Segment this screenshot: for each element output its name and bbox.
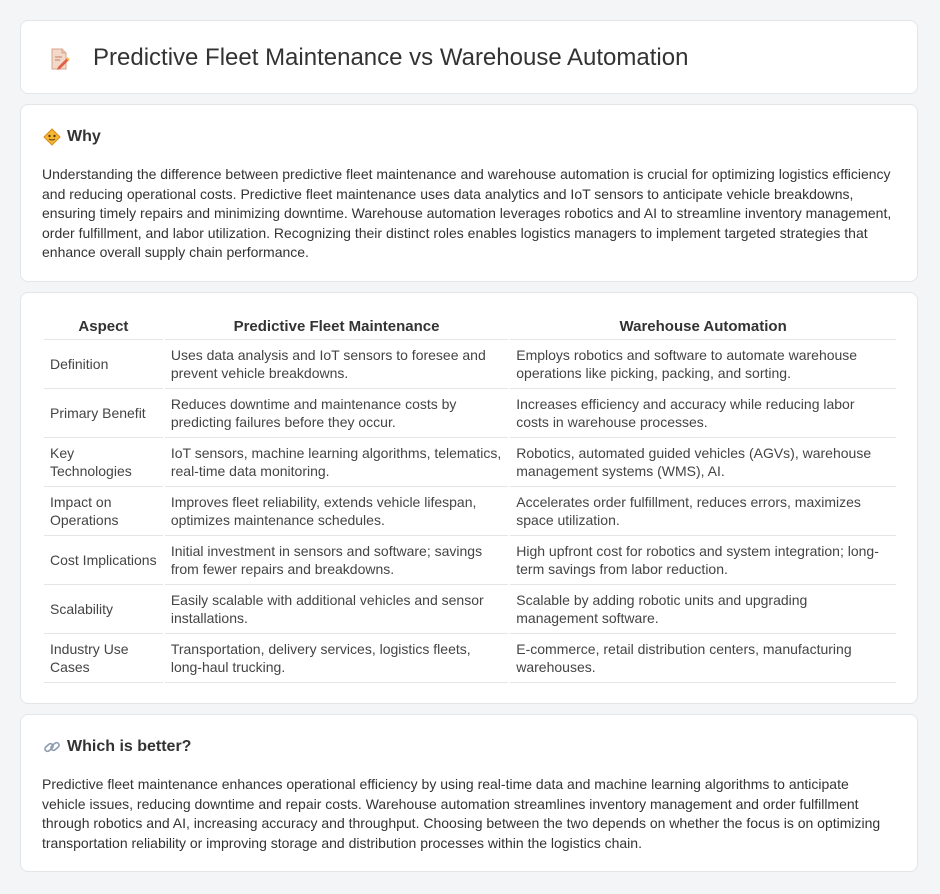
header-aspect: Aspect (44, 315, 163, 340)
header-predictive-fleet-maintenance: Predictive Fleet Maintenance (164, 315, 509, 340)
row-warehouse-value: Accelerates order fulfillment, reduces e… (510, 487, 896, 536)
title-card: Predictive Fleet Maintenance vs Warehous… (20, 20, 918, 94)
table-row: Definition Uses data analysis and IoT se… (44, 340, 896, 389)
which-is-better-heading: Which is better? (67, 738, 192, 755)
row-aspect: Impact on Operations (44, 487, 163, 536)
row-aspect: Definition (44, 340, 163, 389)
header-warehouse-automation: Warehouse Automation (510, 315, 896, 340)
page-title: Predictive Fleet Maintenance vs Warehous… (93, 44, 689, 71)
row-aspect: Scalability (44, 585, 163, 634)
row-aspect: Primary Benefit (44, 389, 163, 438)
row-warehouse-value: Scalable by adding robotic units and upg… (510, 585, 896, 634)
why-section: Why Understanding the difference between… (20, 104, 918, 282)
table-header-row: Aspect Predictive Fleet Maintenance Ware… (44, 315, 896, 340)
table-row: Impact on Operations Improves fleet reli… (44, 487, 896, 536)
comparison-section: Aspect Predictive Fleet Maintenance Ware… (20, 292, 918, 704)
table-row: Industry Use Cases Transportation, deliv… (44, 634, 896, 683)
row-fleet-value: Transportation, delivery services, logis… (164, 634, 509, 683)
link-icon (44, 741, 60, 753)
row-fleet-value: Uses data analysis and IoT sensors to fo… (164, 340, 509, 389)
why-body: Understanding the difference between pre… (42, 166, 892, 261)
table-row: Primary Benefit Reduces downtime and mai… (44, 389, 896, 438)
table-row: Scalability Easily scalable with additio… (44, 585, 896, 634)
document-edit-icon (51, 48, 70, 70)
row-fleet-value: Improves fleet reliability, extends vehi… (164, 487, 509, 536)
diamond-warning-icon (43, 128, 61, 146)
row-aspect: Industry Use Cases (44, 634, 163, 683)
row-fleet-value: IoT sensors, machine learning algorithms… (164, 438, 509, 487)
row-warehouse-value: Robotics, automated guided vehicles (AGV… (510, 438, 896, 487)
row-warehouse-value: High upfront cost for robotics and syste… (510, 536, 896, 585)
why-heading: Why (67, 128, 101, 145)
row-fleet-value: Initial investment in sensors and softwa… (164, 536, 509, 585)
table-row: Cost Implications Initial investment in … (44, 536, 896, 585)
row-fleet-value: Easily scalable with additional vehicles… (164, 585, 509, 634)
row-warehouse-value: Increases efficiency and accuracy while … (510, 389, 896, 438)
row-aspect: Key Technologies (44, 438, 163, 487)
row-aspect: Cost Implications (44, 536, 163, 585)
row-warehouse-value: Employs robotics and software to automat… (510, 340, 896, 389)
row-warehouse-value: E-commerce, retail distribution centers,… (510, 634, 896, 683)
table-row: Key Technologies IoT sensors, machine le… (44, 438, 896, 487)
which-is-better-body: Predictive fleet maintenance enhances op… (42, 776, 881, 851)
which-is-better-section: Which is better? Predictive fleet mainte… (20, 714, 918, 872)
row-fleet-value: Reduces downtime and maintenance costs b… (164, 389, 509, 438)
comparison-table: Aspect Predictive Fleet Maintenance Ware… (42, 315, 898, 683)
